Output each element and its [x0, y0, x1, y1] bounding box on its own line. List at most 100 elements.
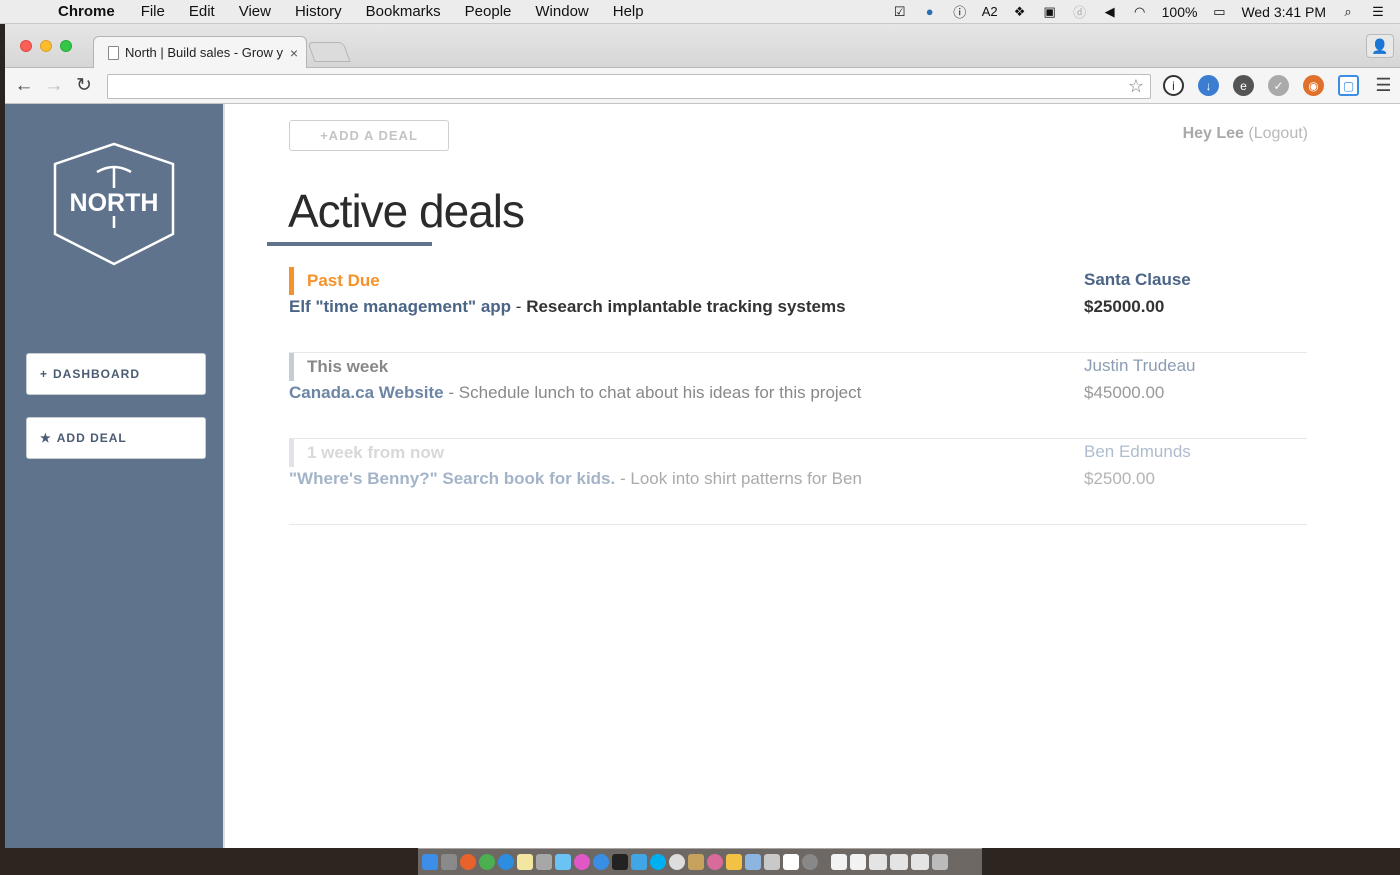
launchpad-icon[interactable]	[441, 854, 457, 870]
north-logo[interactable]: NORTH	[53, 142, 175, 266]
photos-icon[interactable]	[536, 854, 552, 870]
deal-status: 1 week from now	[289, 439, 444, 467]
address-bar[interactable]: ☆	[107, 74, 1151, 99]
logo-text: NORTH	[70, 189, 159, 217]
deal-name-link[interactable]: Elf "time management" app	[289, 297, 511, 316]
add-deal-label: ADD DEAL	[56, 431, 127, 445]
dropbox-icon[interactable]: ❖	[1012, 4, 1028, 20]
notes-icon[interactable]	[517, 854, 533, 870]
window-thumbnail-icon[interactable]	[869, 854, 887, 870]
new-tab-button[interactable]	[307, 42, 351, 62]
browser-toolbar: ← → ↻ ☆ i ↓ e ✓ ◉ ▢ ☰	[5, 68, 1400, 104]
menu-bookmarks[interactable]: Bookmarks	[354, 3, 453, 20]
deal-value: $45000.00	[1084, 383, 1165, 402]
stacks-icon[interactable]	[688, 854, 704, 870]
deal-name-link[interactable]: "Where's Benny?" Search book for kids.	[289, 469, 615, 488]
adobe-icon[interactable]: A 2	[982, 4, 998, 20]
download-icon[interactable]: ↓	[1198, 75, 1219, 96]
forward-icon[interactable]: →	[39, 75, 69, 97]
search-icon[interactable]: ⌕	[1340, 4, 1356, 20]
reload-icon[interactable]: ↻	[69, 74, 99, 97]
dashboard-label: DASHBOARD	[53, 367, 141, 381]
document-icon[interactable]	[831, 854, 847, 870]
battery-icon[interactable]: ▭	[1211, 4, 1227, 20]
deal-separator: -	[448, 383, 455, 402]
preview-icon[interactable]	[745, 854, 761, 870]
deal-contact[interactable]: Ben Edmunds	[1084, 442, 1191, 462]
menu-help[interactable]: Help	[601, 3, 656, 20]
browser-tab-active[interactable]: North | Build sales - Grow y ×	[93, 36, 307, 68]
app-menu-chrome[interactable]: Chrome	[46, 3, 129, 20]
window-close-button[interactable]	[20, 40, 32, 52]
firefox-icon[interactable]	[460, 854, 476, 870]
finder-icon[interactable]	[422, 854, 438, 870]
terminal-icon[interactable]	[612, 854, 628, 870]
notification-count: 2	[990, 4, 998, 19]
color-wheel-icon[interactable]	[707, 854, 723, 870]
twitter-icon[interactable]	[631, 854, 647, 870]
calendar-icon[interactable]	[783, 854, 799, 870]
deal-contact[interactable]: Santa Clause	[1084, 270, 1191, 290]
deal-row[interactable]: This week Canada.ca Website - Schedule l…	[289, 353, 1307, 439]
star-icon: ★	[40, 431, 52, 445]
back-icon[interactable]: ←	[9, 75, 39, 97]
extensions-bar: i ↓ e ✓ ◉ ▢ ☰	[1163, 75, 1394, 96]
add-deal-sidebar-button[interactable]: ★ ADD DEAL	[26, 417, 206, 459]
document-icon[interactable]	[850, 854, 866, 870]
menu-file[interactable]: File	[129, 3, 177, 20]
window-thumbnail-icon[interactable]	[890, 854, 908, 870]
logout-link[interactable]: (Logout)	[1248, 125, 1308, 142]
profile-icon[interactable]: 👤	[1366, 34, 1394, 58]
bookmark-star-icon[interactable]: ☆	[1128, 76, 1144, 97]
user-greeting: Hey Lee (Logout)	[1183, 125, 1308, 143]
trash-icon[interactable]	[932, 854, 948, 870]
app-viewport: NORTH + DASHBOARD ★ ADD DEAL +ADD A DEAL…	[5, 104, 1400, 848]
tab-close-icon[interactable]: ×	[290, 45, 298, 61]
deal-name-link[interactable]: Canada.ca Website	[289, 383, 444, 402]
menu-edit[interactable]: Edit	[177, 3, 227, 20]
onepassword-icon[interactable]: i	[1163, 75, 1184, 96]
check-icon[interactable]: ✓	[1268, 75, 1289, 96]
volume-icon[interactable]: ◀	[1102, 4, 1118, 20]
color-picker-icon[interactable]: ◉	[1303, 75, 1324, 96]
chrome-menu-icon[interactable]: ☰	[1373, 75, 1394, 96]
app-store-icon[interactable]	[593, 854, 609, 870]
menu-history[interactable]: History	[283, 3, 354, 20]
menu-people[interactable]: People	[453, 3, 524, 20]
messages-icon[interactable]	[555, 854, 571, 870]
deal-row[interactable]: Past Due Elf "time management" app - Res…	[289, 267, 1307, 353]
drive-icon[interactable]: ▣	[1042, 4, 1058, 20]
itunes-icon[interactable]	[574, 854, 590, 870]
plus-icon: +	[40, 367, 49, 381]
macos-menu-bar: Chrome File Edit View History Bookmarks …	[0, 0, 1400, 24]
checkmark-icon[interactable]: ☑	[892, 4, 908, 20]
wordpress-icon[interactable]	[669, 854, 685, 870]
info-icon[interactable]: ⓘ	[952, 4, 968, 20]
deal-separator: -	[619, 469, 626, 488]
deal-contact[interactable]: Justin Trudeau	[1084, 356, 1196, 376]
deal-status: This week	[289, 353, 388, 381]
evernote-icon[interactable]: e	[1233, 75, 1254, 96]
system-preferences-icon[interactable]	[802, 854, 818, 870]
chrome-icon[interactable]	[479, 854, 495, 870]
window-thumbnail-icon[interactable]	[911, 854, 929, 870]
sketch-icon[interactable]	[726, 854, 742, 870]
d-circle-icon[interactable]: ⓓ	[1072, 4, 1088, 20]
extension-icon[interactable]: ▢	[1338, 75, 1359, 96]
window-minimize-button[interactable]	[40, 40, 52, 52]
deal-row[interactable]: 1 week from now "Where's Benny?" Search …	[289, 439, 1307, 525]
menu-window[interactable]: Window	[523, 3, 600, 20]
wifi-icon[interactable]: ◠	[1132, 4, 1148, 20]
menu-view[interactable]: View	[227, 3, 283, 20]
list-icon[interactable]: ☰	[1370, 4, 1386, 20]
add-a-deal-button[interactable]: +ADD A DEAL	[289, 120, 449, 151]
skype-icon[interactable]	[650, 854, 666, 870]
dashboard-button[interactable]: + DASHBOARD	[26, 353, 206, 395]
books-icon[interactable]	[764, 854, 780, 870]
window-maximize-button[interactable]	[60, 40, 72, 52]
safari-icon[interactable]	[498, 854, 514, 870]
clock[interactable]: Wed 3:41 PM	[1241, 4, 1326, 20]
deal-task: Research implantable tracking systems	[526, 297, 846, 316]
elephant-icon[interactable]: ●	[922, 4, 938, 20]
tab-title: North | Build sales - Grow y	[125, 45, 283, 60]
